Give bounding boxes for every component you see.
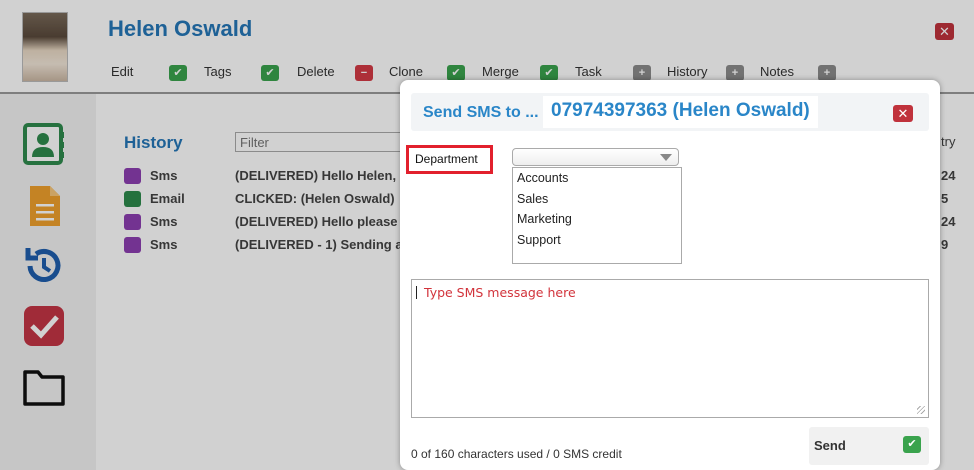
department-select[interactable] [512, 148, 679, 166]
text-cursor [416, 286, 417, 299]
dialog-title: Send SMS to ... [423, 104, 539, 121]
department-option-support[interactable]: Support [513, 230, 681, 251]
department-option-accounts[interactable]: Accounts [513, 168, 681, 189]
character-count: 0 of 160 characters used / 0 SMS credit [411, 447, 622, 461]
send-sms-dialog: Send SMS to ... 07974397363 (Helen Oswal… [400, 80, 940, 470]
sms-message-placeholder: Type SMS message here [424, 285, 576, 300]
send-button[interactable]: Send ✔ [809, 427, 929, 465]
send-check-icon: ✔ [903, 436, 921, 453]
department-label: Department [406, 145, 493, 174]
recipient-number: 07974397363 (Helen Oswald) [543, 96, 818, 128]
department-option-marketing[interactable]: Marketing [513, 209, 681, 230]
sms-message-textarea[interactable]: Type SMS message here [411, 279, 929, 418]
dialog-close-icon[interactable]: ✕ [893, 105, 913, 122]
dialog-header: Send SMS to ... 07974397363 (Helen Oswal… [411, 93, 929, 131]
resize-grip-icon[interactable] [917, 406, 925, 414]
department-option-sales[interactable]: Sales [513, 189, 681, 210]
department-options-list: Accounts Sales Marketing Support [512, 167, 682, 264]
chevron-down-icon [660, 154, 672, 161]
send-label: Send [814, 438, 846, 453]
